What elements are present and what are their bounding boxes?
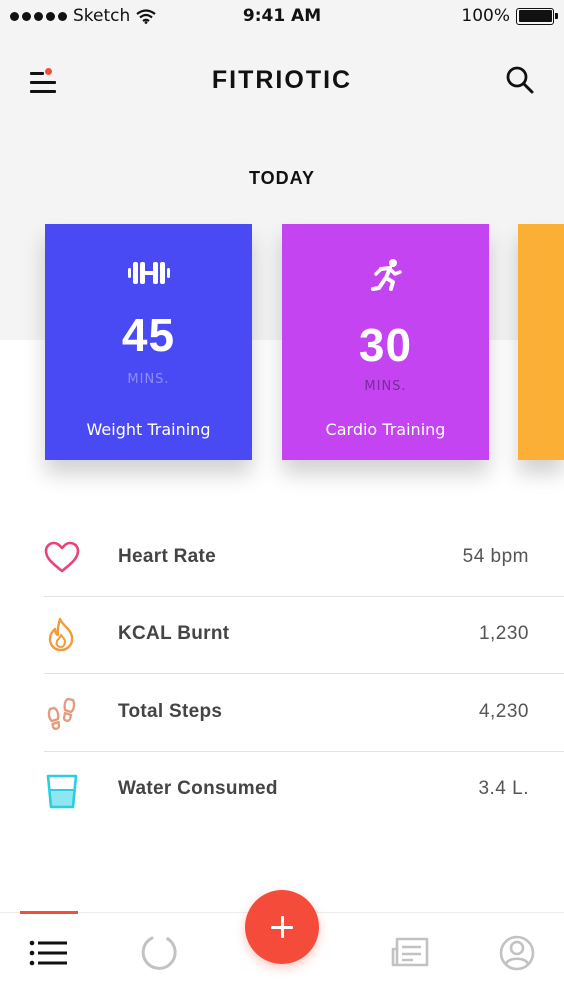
battery-percentage: 100%	[461, 6, 510, 26]
app-title: FITRIOTIC	[211, 66, 353, 94]
dumbbell-icon	[45, 258, 252, 294]
card-value: 30	[358, 319, 413, 371]
tab-profile[interactable]	[495, 931, 539, 975]
card-partial[interactable]	[518, 224, 564, 460]
tab-list[interactable]	[27, 931, 71, 975]
metric-label: Water Consumed	[118, 778, 278, 799]
metric-label: Heart Rate	[118, 546, 217, 567]
metric-value: 1,230	[478, 623, 529, 644]
divider	[44, 673, 564, 674]
profile-icon	[499, 935, 535, 971]
metric-label: KCAL Burnt	[118, 623, 230, 644]
card-unit: MINS.	[364, 379, 407, 394]
card-weight-training[interactable]: 45 MINS. Weight Training	[45, 224, 252, 460]
status-bar: Sketch 9:41 AM 100%	[0, 0, 564, 34]
card-label: Weight Training	[86, 420, 211, 439]
metric-value: 54 bpm	[462, 546, 529, 567]
card-unit: MINS.	[127, 372, 170, 387]
flame-icon	[44, 617, 80, 653]
add-button[interactable]	[245, 890, 319, 964]
footprints-icon	[44, 695, 80, 731]
journal-icon	[391, 937, 429, 967]
section-title-today: TODAY	[248, 168, 316, 188]
water-glass-icon	[44, 772, 80, 809]
tab-progress[interactable]	[138, 931, 182, 975]
metric-label: Total Steps	[118, 701, 223, 722]
list-icon	[29, 940, 67, 966]
battery-icon	[516, 7, 558, 25]
active-tab-indicator	[20, 911, 78, 914]
card-value: 45	[121, 309, 176, 361]
search-button[interactable]	[504, 64, 536, 96]
metric-kcal-burnt[interactable]: KCAL Burnt 1,230	[44, 597, 564, 674]
card-cardio-training[interactable]: 30 MINS. Cardio Training	[282, 224, 489, 460]
metric-heart-rate[interactable]: Heart Rate 54 bpm	[44, 520, 564, 597]
status-right: 100%	[461, 6, 558, 26]
metric-value: 4,230	[478, 701, 529, 722]
running-icon	[282, 258, 489, 294]
metric-value: 3.4 L.	[478, 778, 529, 799]
heart-icon	[44, 540, 80, 576]
card-label: Cardio Training	[325, 420, 446, 439]
metric-total-steps[interactable]: Total Steps 4,230	[44, 675, 564, 752]
tab-journal[interactable]	[387, 931, 431, 975]
app-header: FITRIOTIC	[0, 52, 564, 108]
search-icon	[506, 66, 534, 94]
progress-icon	[141, 936, 177, 970]
metric-water-consumed[interactable]: Water Consumed 3.4 L.	[44, 752, 564, 829]
